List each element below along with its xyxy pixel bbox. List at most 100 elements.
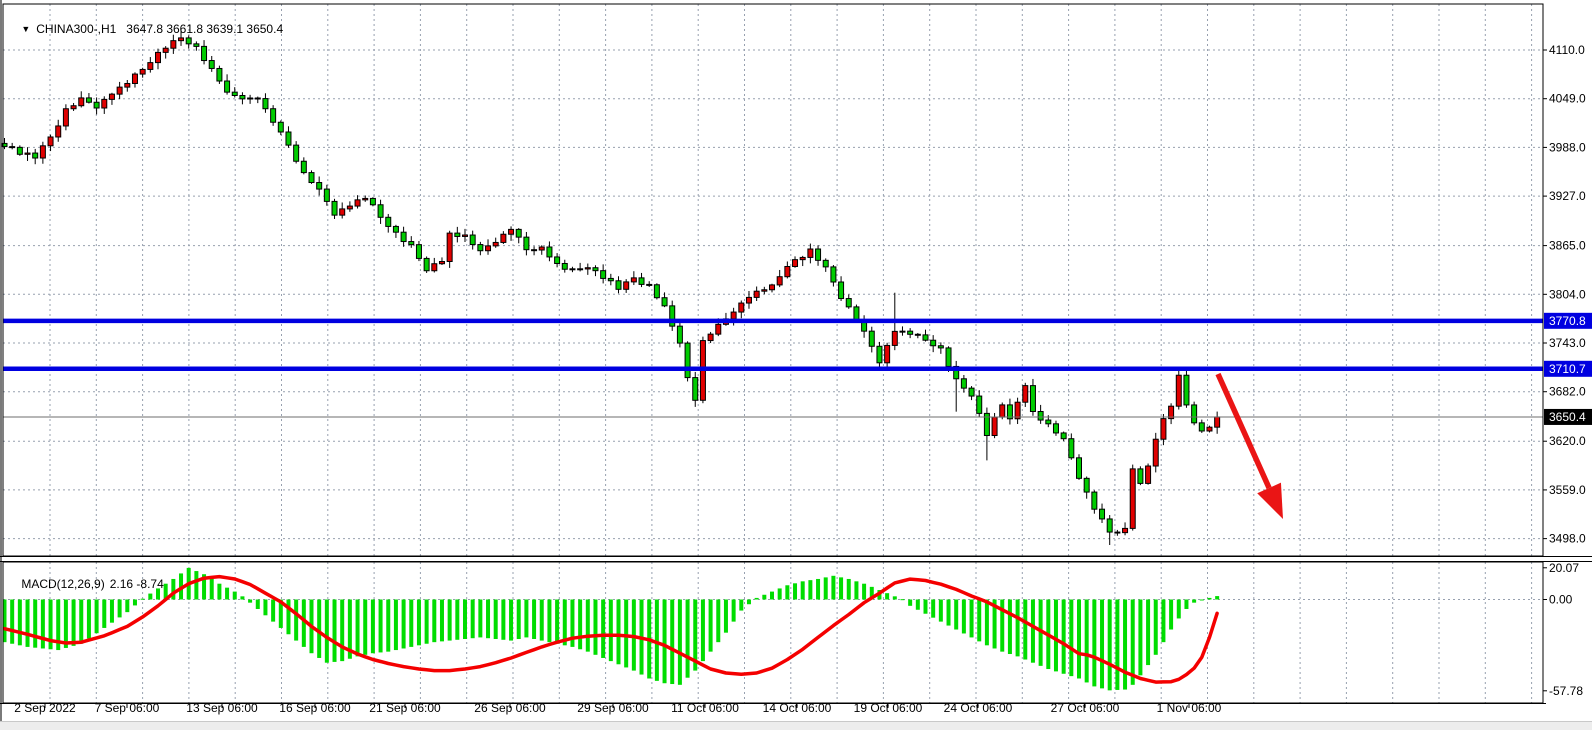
candle-bearish: [555, 257, 560, 264]
candle-bearish: [1199, 423, 1204, 431]
candle-bearish: [532, 250, 537, 251]
candle-bearish: [240, 95, 245, 98]
candle-bearish: [332, 201, 337, 215]
window-background: [0, 0, 1592, 730]
macd-histogram-bar: [1200, 600, 1204, 601]
candle-bearish: [1092, 492, 1097, 509]
macd-histogram-bar: [755, 598, 759, 600]
candle-bullish: [63, 109, 68, 126]
chart-ohlc-values: 3647.8 3661.8 3639.1 3650.4: [126, 22, 283, 36]
candle-bearish: [969, 388, 974, 396]
candle-bearish: [301, 161, 306, 172]
macd-histogram-bar: [333, 600, 337, 662]
candle-bearish: [1069, 439, 1074, 458]
macd-histogram-bar: [931, 600, 935, 618]
time-axis-label: 11 Oct 06:00: [671, 701, 739, 715]
macd-histogram-bar: [801, 581, 805, 599]
time-axis-label: 14 Oct 06:00: [763, 701, 832, 715]
price-axis-label: 4049.0: [1549, 92, 1586, 106]
candle-bullish: [347, 206, 352, 209]
macd-histogram-bar: [87, 600, 91, 639]
macd-histogram-bar: [793, 583, 797, 599]
macd-histogram-bar: [977, 600, 981, 642]
candle-bullish: [71, 106, 76, 109]
macd-histogram-bar: [1169, 600, 1173, 630]
candle-bearish: [547, 247, 552, 257]
candle-bearish: [1115, 532, 1120, 533]
candle-bearish: [1030, 386, 1035, 412]
candle-bearish: [94, 102, 99, 108]
chart-canvas[interactable]: 4110.04049.03988.03927.03865.03804.03743…: [0, 0, 1592, 730]
candle-bearish: [263, 99, 268, 109]
time-axis-label: 26 Sep 06:00: [474, 701, 546, 715]
candle-bullish: [1153, 439, 1158, 466]
candle-bullish: [777, 277, 782, 285]
candle-bearish: [601, 271, 606, 279]
macd-histogram-bar: [440, 600, 444, 642]
macd-histogram-bar: [79, 600, 83, 644]
candle-bullish: [340, 209, 345, 215]
macd-histogram-bar: [317, 600, 321, 658]
candle-bullish: [1176, 375, 1181, 406]
macd-histogram-bar: [816, 579, 820, 600]
candle-bullish: [463, 235, 468, 236]
candle-bearish: [455, 233, 460, 236]
candle-bullish: [363, 198, 368, 199]
macd-histogram-bar: [617, 600, 621, 665]
candle-bullish: [708, 334, 713, 340]
macd-histogram-bar: [762, 595, 766, 600]
candle-bearish: [869, 331, 874, 346]
candle-bearish: [562, 263, 567, 269]
candle-bearish: [593, 268, 598, 271]
time-axis-label: 7 Sep 06:00: [95, 701, 160, 715]
candle-bullish: [1215, 417, 1220, 427]
macd-histogram-bar: [716, 600, 720, 643]
candle-bearish: [1053, 424, 1058, 433]
macd-histogram-bar: [1031, 600, 1035, 663]
macd-histogram-bar: [1108, 600, 1112, 691]
candle-bearish: [378, 205, 383, 218]
macd-histogram-bar: [670, 600, 674, 685]
candle-bullish: [746, 297, 751, 303]
macd-histogram-bar: [325, 600, 329, 663]
price-axis-label: 3988.0: [1549, 140, 1586, 154]
macd-histogram-bar: [448, 600, 452, 641]
macd-histogram-bar: [900, 599, 904, 600]
candle-bearish: [324, 189, 329, 201]
macd-histogram-bar: [194, 571, 198, 599]
candle-bearish: [677, 326, 682, 343]
candle-bullish: [132, 74, 137, 83]
candle-bearish: [255, 98, 260, 99]
candle-bearish: [823, 260, 828, 267]
candle-bullish: [900, 331, 905, 332]
chart-dropdown-icon[interactable]: ▼: [21, 24, 30, 34]
candle-bullish: [539, 247, 544, 250]
candle-bearish: [209, 61, 214, 69]
candle-bearish: [416, 245, 421, 259]
candle-bearish: [10, 147, 15, 148]
macd-histogram-bar: [72, 600, 76, 646]
candle-bearish: [424, 258, 429, 270]
candle-bullish: [439, 261, 444, 263]
candle-bearish: [877, 346, 882, 363]
price-axis-label: 4110.0: [1549, 43, 1585, 57]
candle-bearish: [616, 281, 621, 290]
price-axis-label: 3743.0: [1549, 336, 1586, 350]
macd-histogram-bar: [701, 600, 705, 662]
macd-histogram-bar: [924, 600, 928, 614]
macd-histogram-bar: [532, 600, 536, 640]
candle-bullish: [1207, 427, 1212, 431]
macd-histogram-bar: [225, 588, 229, 600]
macd-histogram-bar: [578, 600, 582, 650]
candle-bearish: [225, 81, 230, 92]
macd-histogram-bar: [1115, 600, 1119, 690]
macd-histogram-bar: [1054, 600, 1058, 672]
candle-bearish: [839, 282, 844, 299]
candle-bearish: [1107, 519, 1112, 532]
candle-bearish: [608, 278, 613, 280]
macd-histogram-bar: [1069, 600, 1073, 677]
candle-bullish: [585, 268, 590, 269]
candle-bearish: [639, 278, 644, 285]
macd-histogram-bar: [732, 600, 736, 622]
macd-histogram-bar: [1131, 600, 1135, 685]
